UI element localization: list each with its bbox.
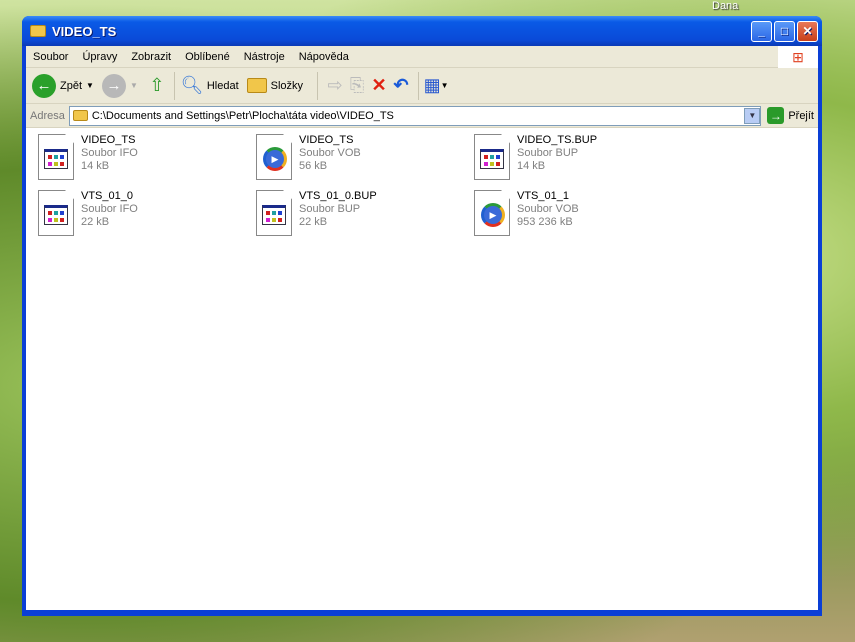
folder-up-icon[interactable]: ⇧ (146, 75, 168, 97)
file-type: Soubor BUP (299, 203, 361, 215)
file-size: 56 kB (299, 160, 328, 172)
delete-icon[interactable]: ✕ (368, 75, 390, 97)
address-bar: Adresa C:\Documents and Settings\Petr\Pl… (26, 104, 818, 128)
file-type: Soubor BUP (517, 147, 579, 159)
toolbar: ← Zpět ▼ → ▼ ⇧ 🔍︎ Hledat Složky ⇨ ⎘ ✕ ↶ (26, 68, 818, 104)
address-path: C:\Documents and Settings\Petr\Plocha\tá… (91, 109, 394, 122)
document-icon (256, 190, 292, 236)
file-item[interactable]: VIDEO_TS Soubor IFO 14 kB (38, 134, 248, 180)
move-to-icon[interactable]: ⇨ (324, 75, 346, 97)
menu-bar: Soubor Úpravy Zobrazit Oblíbené Nástroje… (26, 46, 818, 68)
file-type: Soubor IFO (81, 147, 138, 159)
folders-label: Složky (270, 79, 304, 92)
file-item[interactable]: VTS_01_0 Soubor IFO 22 kB (38, 190, 248, 236)
file-name: VIDEO_TS.BUP (517, 134, 598, 146)
undo-icon[interactable]: ↶ (390, 75, 412, 97)
search-label: Hledat (206, 79, 239, 92)
minimize-button[interactable]: _ (751, 20, 772, 42)
chevron-down-icon[interactable]: ▼ (86, 81, 94, 90)
file-name: VIDEO_TS (299, 134, 354, 146)
chevron-down-icon[interactable]: ▼ (744, 107, 761, 124)
file-name: VTS_01_1 (517, 190, 569, 202)
folder-icon (30, 25, 46, 37)
folders-button[interactable]: Složky (246, 78, 304, 93)
copy-to-icon[interactable]: ⎘ (346, 75, 368, 97)
file-item[interactable]: ▶ VIDEO_TS Soubor VOB 56 kB (256, 134, 466, 180)
go-label: Přejít (788, 109, 814, 122)
back-arrow-icon: ← (32, 73, 56, 98)
close-button[interactable]: ✕ (797, 20, 818, 42)
forward-arrow-icon: → (101, 73, 126, 98)
file-size: 22 kB (299, 216, 328, 228)
file-size: 953 236 kB (517, 216, 573, 228)
app-window-icon (44, 205, 68, 225)
explorer-window: VIDEO_TS _ □ ✕ Soubor Úpravy Zobrazit Ob… (22, 16, 822, 616)
file-list: VIDEO_TS Soubor IFO 14 kB ▶ VIDEO_TS Soubor V… (26, 128, 818, 610)
window-title: VIDEO_TS (52, 23, 117, 39)
file-type: Soubor VOB (517, 203, 579, 215)
menu-napoveda[interactable]: Nápověda (292, 51, 356, 63)
address-input[interactable]: C:\Documents and Settings\Petr\Plocha\tá… (68, 105, 762, 126)
menu-zobrazit[interactable]: Zobrazit (124, 51, 178, 63)
file-size: 14 kB (517, 160, 546, 172)
views-icon[interactable]: ▦ ▼ (424, 75, 449, 97)
separator (418, 71, 420, 100)
maximize-button[interactable]: □ (774, 20, 795, 42)
search-icon: 🔍︎ (180, 75, 204, 95)
windows-logo-icon: ⊞ (778, 46, 818, 68)
menu-soubor[interactable]: Soubor (26, 51, 75, 63)
search-button[interactable]: 🔍︎ Hledat (180, 75, 239, 97)
file-name: VTS_01_0 (81, 190, 133, 202)
document-icon (38, 190, 74, 236)
menu-nastroje[interactable]: Nástroje (237, 51, 292, 63)
title-bar[interactable]: VIDEO_TS _ □ ✕ (22, 16, 822, 46)
forward-button[interactable]: → ▼ (101, 73, 138, 98)
file-name: VIDEO_TS (81, 134, 136, 146)
document-icon (474, 134, 510, 180)
menu-oblibene[interactable]: Oblíbené (178, 51, 237, 63)
file-item[interactable]: VIDEO_TS.BUP Soubor BUP 14 kB (474, 134, 684, 180)
file-name: VTS_01_0.BUP (299, 190, 377, 202)
media-player-icon: ▶ (263, 147, 287, 171)
folder-icon (72, 110, 88, 121)
back-label: Zpět (60, 79, 83, 92)
desktop-user-label: Dana (712, 0, 739, 12)
app-window-icon (262, 205, 286, 225)
go-button[interactable]: → Přejít (767, 107, 814, 124)
separator (173, 71, 175, 100)
file-type: Soubor IFO (81, 203, 138, 215)
address-label: Adresa (30, 109, 65, 122)
document-icon: ▶ (474, 190, 510, 236)
file-item[interactable]: VTS_01_0.BUP Soubor BUP 22 kB (256, 190, 466, 236)
back-button[interactable]: ← Zpět ▼ (32, 73, 94, 98)
file-size: 14 kB (81, 160, 110, 172)
go-arrow-icon: → (767, 107, 785, 124)
file-item[interactable]: ▶ VTS_01_1 Soubor VOB 953 236 kB (474, 190, 684, 236)
file-size: 22 kB (81, 216, 110, 228)
document-icon: ▶ (256, 134, 292, 180)
app-window-icon (480, 149, 504, 169)
file-type: Soubor VOB (299, 147, 361, 159)
folders-icon (246, 78, 267, 93)
document-icon (38, 134, 74, 180)
app-window-icon (44, 149, 68, 169)
menu-upravy[interactable]: Úpravy (75, 51, 124, 63)
media-player-icon: ▶ (481, 203, 505, 227)
chevron-down-icon[interactable]: ▼ (130, 81, 138, 90)
separator (317, 71, 319, 100)
